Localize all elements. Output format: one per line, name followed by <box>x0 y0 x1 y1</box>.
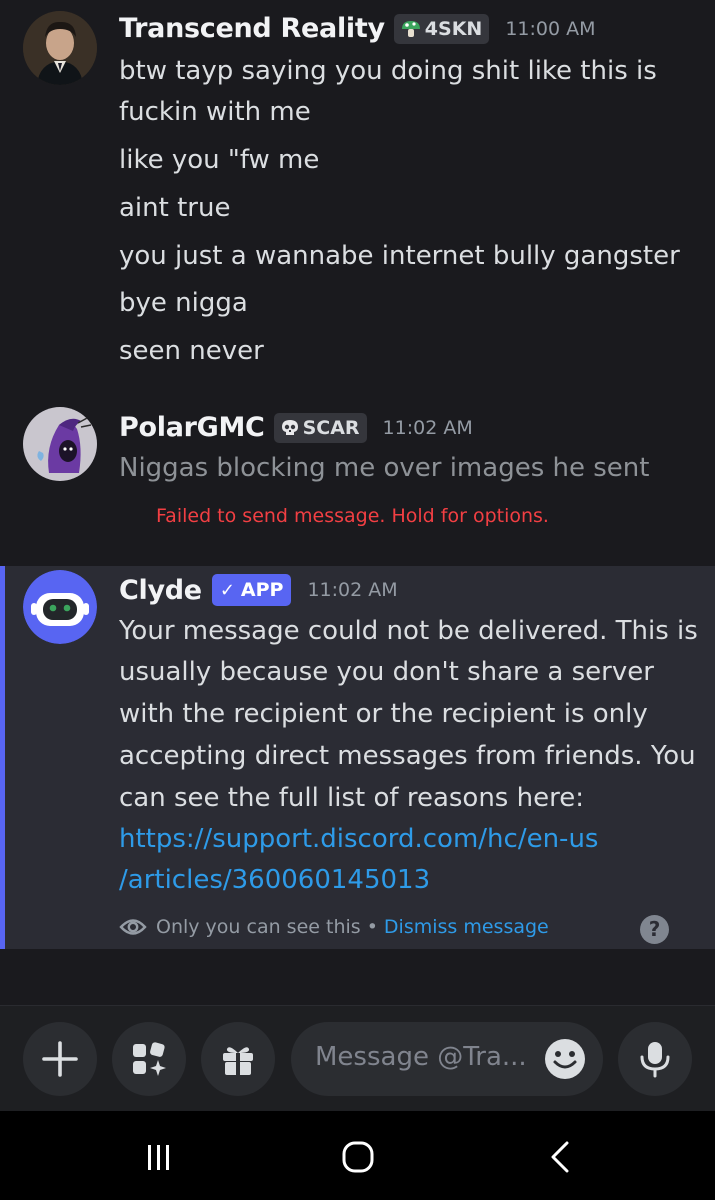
message-header: Clyde ✓ APP 11:02 AM <box>119 574 398 606</box>
back-icon <box>551 1141 569 1173</box>
timestamp: 11:02 AM <box>382 416 473 439</box>
chat-area: Transcend Reality 4SKN 11:00 AM btw tayp… <box>0 0 715 1005</box>
message-text: usually because you don't share a server <box>119 657 654 687</box>
gift-icon <box>223 1047 253 1075</box>
message-text: btw tayp saying you doing shit like this… <box>119 56 657 86</box>
apps-icon <box>133 1042 166 1076</box>
app-badge-label: APP <box>240 579 284 601</box>
verified-check-icon: ✓ <box>219 579 235 601</box>
message-text: fuckin with me <box>119 97 311 127</box>
message-input-placeholder: Message @Tra... <box>315 1042 527 1072</box>
avatar[interactable] <box>23 407 97 481</box>
message-text: seen never <box>119 336 264 366</box>
message-text: Niggas blocking me over images he sent <box>119 453 650 483</box>
clan-tag-label: SCAR <box>302 416 360 439</box>
home-icon <box>342 1141 374 1173</box>
support-link[interactable]: https://support.discord.com/hc/en-us <box>119 819 598 860</box>
message-text: can see the full list of reasons here: <box>119 783 584 813</box>
message-text: like you "fw me <box>119 145 320 175</box>
plus-icon <box>42 1041 78 1077</box>
clyde-avatar[interactable] <box>23 570 97 644</box>
app-badge: ✓ APP <box>211 574 292 606</box>
username[interactable]: Transcend Reality <box>119 13 385 44</box>
message-text: you just a wannabe internet bully gangst… <box>119 241 680 271</box>
message-header: Transcend Reality 4SKN 11:00 AM <box>119 13 596 44</box>
clan-tag[interactable]: 4SKN <box>393 13 490 44</box>
ephemeral-footnote: Only you can see this • Dismiss message <box>119 916 549 938</box>
home-button[interactable] <box>338 1137 378 1177</box>
username[interactable]: PolarGMC <box>119 412 265 443</box>
timestamp: 11:02 AM <box>307 579 398 601</box>
message-text: aint true <box>119 193 231 223</box>
voice-message-button[interactable] <box>618 1022 692 1096</box>
visibility-note: Only you can see this • <box>156 916 378 938</box>
help-icon[interactable]: ? <box>640 915 669 944</box>
clan-tag-label: 4SKN <box>424 17 483 40</box>
failed-send-notice[interactable]: Failed to send message. Hold for options… <box>156 505 549 527</box>
message-text: accepting direct messages from friends. … <box>119 741 696 771</box>
message-group[interactable]: PolarGMC SCAR 11:02 AM Niggas blocking m… <box>0 400 715 550</box>
message-text: Your message could not be delivered. Thi… <box>119 616 698 646</box>
recents-icon <box>148 1145 169 1170</box>
gift-button[interactable] <box>201 1022 275 1096</box>
message-composer: Message @Tra... <box>0 1005 715 1111</box>
username[interactable]: Clyde <box>119 575 202 606</box>
clan-tag[interactable]: SCAR <box>273 412 367 443</box>
message-header: PolarGMC SCAR 11:02 AM <box>119 412 473 443</box>
avatar[interactable] <box>23 11 97 85</box>
eye-icon <box>119 919 147 935</box>
timestamp: 11:00 AM <box>505 17 596 40</box>
recents-button[interactable] <box>138 1137 178 1177</box>
apps-button[interactable] <box>112 1022 186 1096</box>
ephemeral-message[interactable]: Clyde ✓ APP 11:02 AM Your message could … <box>0 566 715 949</box>
emoji-icon[interactable] <box>544 1038 586 1080</box>
skull-icon <box>281 419 298 435</box>
clan-mushroom-icon <box>401 20 420 37</box>
attach-button[interactable] <box>23 1022 97 1096</box>
message-text: bye nigga <box>119 288 248 318</box>
system-navigation-bar <box>0 1111 715 1200</box>
dismiss-message-link[interactable]: Dismiss message <box>384 916 549 938</box>
microphone-icon <box>640 1042 670 1078</box>
back-button[interactable] <box>540 1137 580 1177</box>
support-link[interactable]: /articles/360060145013 <box>119 860 430 901</box>
message-input[interactable]: Message @Tra... <box>291 1022 603 1096</box>
message-text: with the recipient or the recipient is o… <box>119 699 648 729</box>
message-group[interactable]: Transcend Reality 4SKN 11:00 AM btw tayp… <box>0 0 715 380</box>
